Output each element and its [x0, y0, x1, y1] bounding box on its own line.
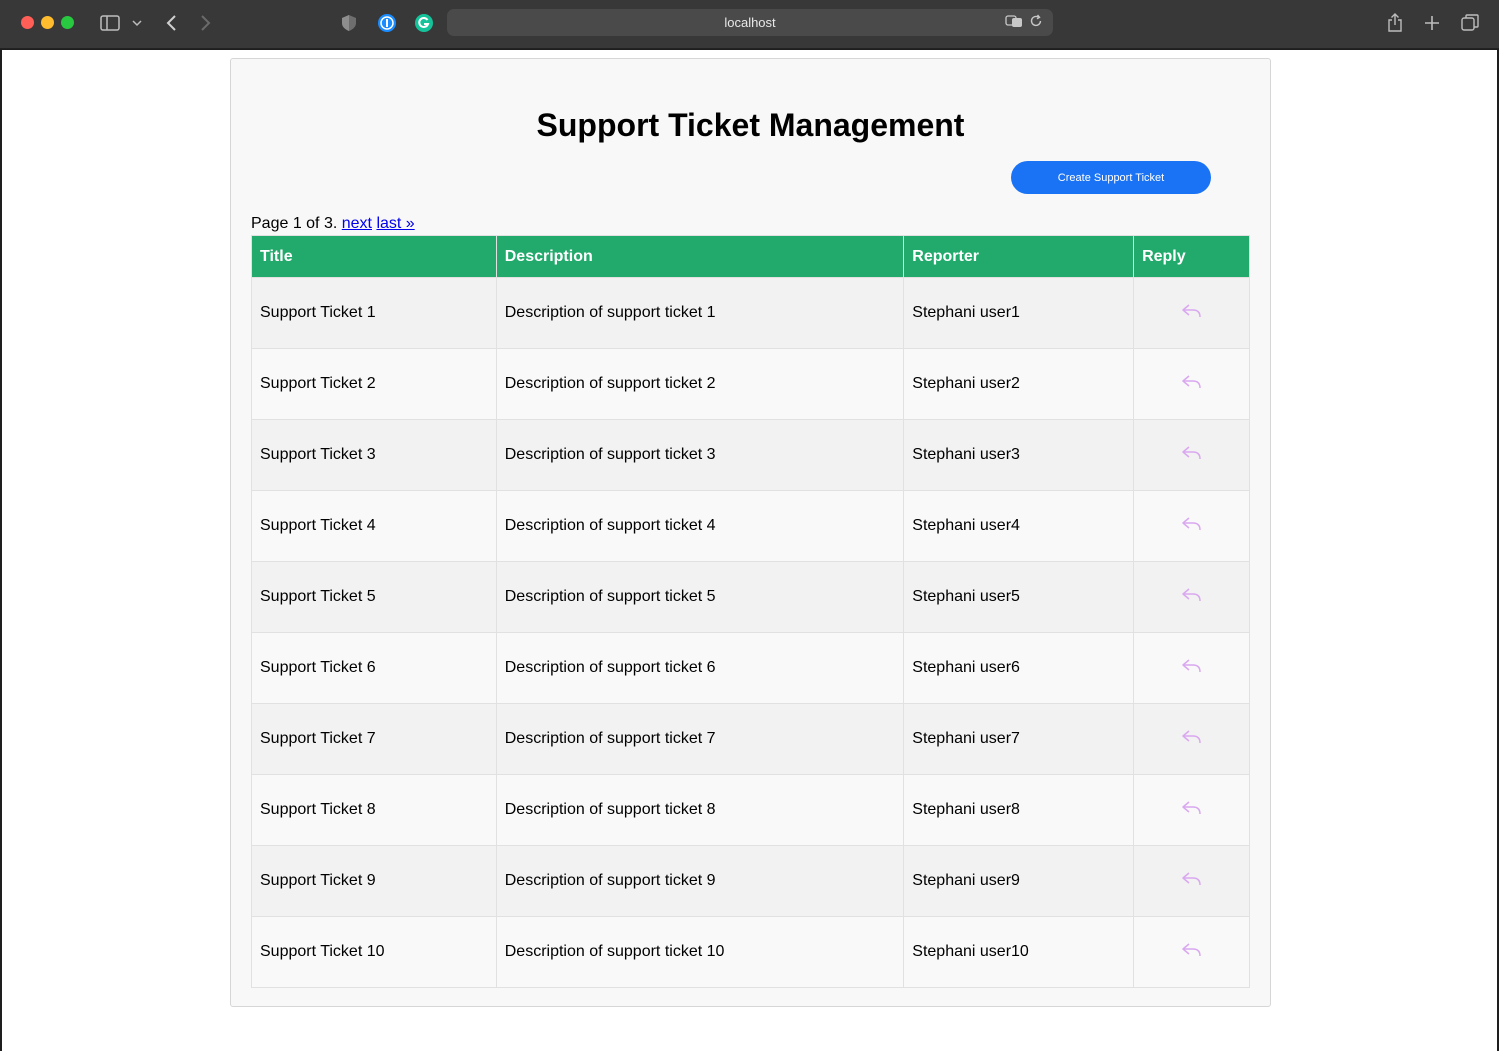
ticket-description: Description of support ticket 8	[495, 774, 905, 846]
url-text: localhost	[724, 15, 776, 30]
table-row: Support Ticket 6 Description of support …	[251, 632, 1250, 704]
pagination: Page 1 of 3. next last »	[251, 215, 415, 233]
forward-icon[interactable]	[198, 11, 214, 35]
table-row: Support Ticket 9 Description of support …	[251, 845, 1250, 917]
ticket-reporter: Stephani user1	[903, 277, 1135, 349]
reply-icon[interactable]	[1181, 941, 1203, 959]
ticket-title: Support Ticket 2	[251, 348, 497, 420]
ticket-reply-cell	[1133, 632, 1250, 704]
zoom-window-button[interactable]	[61, 16, 74, 29]
ticket-description: Description of support ticket 9	[495, 845, 905, 917]
ticket-reporter: Stephani user4	[903, 490, 1135, 562]
pagination-status: Page 1 of 3.	[251, 215, 338, 232]
share-icon[interactable]	[1386, 11, 1404, 35]
ticket-description: Description of support ticket 6	[495, 632, 905, 704]
browser-toolbar: localhost	[0, 0, 1499, 49]
ticket-title: Support Ticket 1	[251, 277, 497, 349]
reload-icon[interactable]	[1029, 14, 1043, 31]
minimize-window-button[interactable]	[41, 16, 54, 29]
ticket-title: Support Ticket 3	[251, 419, 497, 491]
ticket-reporter: Stephani user2	[903, 348, 1135, 420]
reply-icon[interactable]	[1181, 515, 1203, 533]
ticket-reply-cell	[1133, 419, 1250, 491]
ticket-reporter: Stephani user9	[903, 845, 1135, 917]
reply-icon[interactable]	[1181, 373, 1203, 391]
password-manager-icon[interactable]	[377, 11, 397, 35]
ticket-reporter: Stephani user6	[903, 632, 1135, 704]
ticket-title: Support Ticket 10	[251, 916, 497, 988]
ticket-title: Support Ticket 4	[251, 490, 497, 562]
ticket-description: Description of support ticket 10	[495, 916, 905, 988]
column-header-reply: Reply	[1133, 235, 1250, 278]
ticket-description: Description of support ticket 2	[495, 348, 905, 420]
ticket-description: Description of support ticket 3	[495, 419, 905, 491]
ticket-title: Support Ticket 9	[251, 845, 497, 917]
ticket-title: Support Ticket 6	[251, 632, 497, 704]
ticket-reporter: Stephani user8	[903, 774, 1135, 846]
ticket-reporter: Stephani user3	[903, 419, 1135, 491]
tickets-table: Title Description Reporter Reply Support…	[251, 235, 1250, 988]
reply-icon[interactable]	[1181, 444, 1203, 462]
table-row: Support Ticket 4 Description of support …	[251, 490, 1250, 562]
reply-icon[interactable]	[1181, 302, 1203, 320]
reply-icon[interactable]	[1181, 799, 1203, 817]
column-header-reporter: Reporter	[903, 235, 1135, 278]
ticket-reply-cell	[1133, 916, 1250, 988]
ticket-reply-cell	[1133, 774, 1250, 846]
page-viewport: Support Ticket Management Create Support…	[2, 50, 1497, 1051]
ticket-reporter: Stephani user10	[903, 916, 1135, 988]
table-header-row: Title Description Reporter Reply	[251, 235, 1250, 278]
ticket-reply-cell	[1133, 703, 1250, 775]
ticket-reply-cell	[1133, 561, 1250, 633]
create-support-ticket-button[interactable]: Create Support Ticket	[1011, 161, 1211, 194]
shield-icon[interactable]	[340, 11, 358, 35]
ticket-description: Description of support ticket 1	[495, 277, 905, 349]
table-row: Support Ticket 2 Description of support …	[251, 348, 1250, 420]
column-header-description: Description	[495, 235, 905, 278]
table-row: Support Ticket 10 Description of support…	[251, 916, 1250, 988]
table-row: Support Ticket 8 Description of support …	[251, 774, 1250, 846]
ticket-description: Description of support ticket 7	[495, 703, 905, 775]
sidebar-toggle-icon[interactable]	[99, 11, 121, 35]
translate-icon[interactable]	[1005, 14, 1023, 31]
grammarly-icon[interactable]	[414, 11, 434, 35]
chevron-down-icon[interactable]	[131, 11, 143, 35]
pagination-last-link[interactable]: last »	[376, 215, 414, 232]
ticket-panel: Support Ticket Management Create Support…	[230, 58, 1271, 1007]
ticket-reply-cell	[1133, 277, 1250, 349]
ticket-reply-cell	[1133, 490, 1250, 562]
ticket-description: Description of support ticket 5	[495, 561, 905, 633]
ticket-reply-cell	[1133, 845, 1250, 917]
table-row: Support Ticket 7 Description of support …	[251, 703, 1250, 775]
ticket-reply-cell	[1133, 348, 1250, 420]
table-row: Support Ticket 3 Description of support …	[251, 419, 1250, 491]
reply-icon[interactable]	[1181, 870, 1203, 888]
table-row: Support Ticket 5 Description of support …	[251, 561, 1250, 633]
back-icon[interactable]	[163, 11, 179, 35]
ticket-title: Support Ticket 8	[251, 774, 497, 846]
ticket-reporter: Stephani user7	[903, 703, 1135, 775]
ticket-title: Support Ticket 7	[251, 703, 497, 775]
close-window-button[interactable]	[21, 16, 34, 29]
ticket-reporter: Stephani user5	[903, 561, 1135, 633]
address-bar[interactable]: localhost	[447, 9, 1053, 36]
pagination-next-link[interactable]: next	[342, 215, 372, 232]
reply-icon[interactable]	[1181, 657, 1203, 675]
ticket-description: Description of support ticket 4	[495, 490, 905, 562]
page-title: Support Ticket Management	[536, 107, 965, 143]
table-row: Support Ticket 1 Description of support …	[251, 277, 1250, 349]
new-tab-icon[interactable]	[1423, 11, 1441, 35]
reply-icon[interactable]	[1181, 728, 1203, 746]
tab-overview-icon[interactable]	[1460, 11, 1480, 35]
column-header-title: Title	[251, 235, 497, 278]
ticket-title: Support Ticket 5	[251, 561, 497, 633]
reply-icon[interactable]	[1181, 586, 1203, 604]
